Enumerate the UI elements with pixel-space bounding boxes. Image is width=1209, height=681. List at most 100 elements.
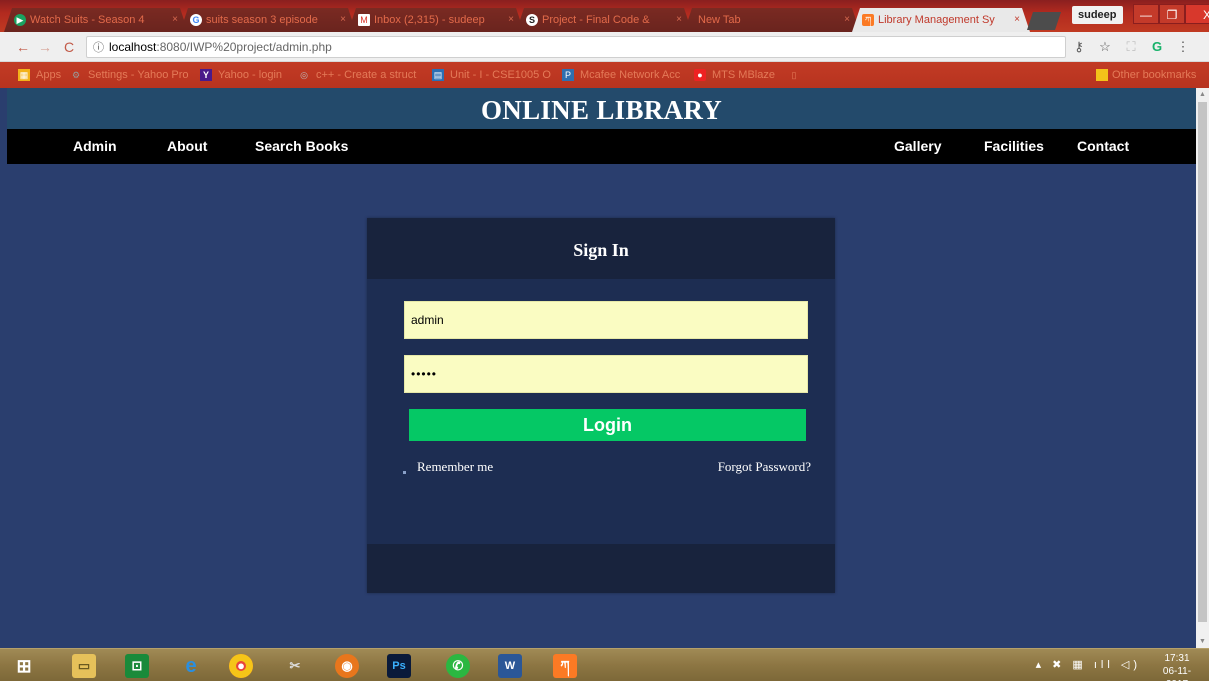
bookmark-item[interactable]: ⚙ Settings - Yahoo Pro <box>70 66 189 84</box>
signin-footer <box>367 544 835 593</box>
nav-contact[interactable]: Contact <box>1077 129 1129 164</box>
scroll-down-arrow-icon[interactable]: ▼ <box>1196 635 1209 648</box>
vertical-scrollbar[interactable]: ▲ ▼ <box>1196 88 1209 648</box>
browser-tab-active[interactable]: ཀ Library Management Sy × <box>852 8 1030 32</box>
snipping-tool-icon[interactable]: ✂ <box>275 651 315 680</box>
settings-icon: ⚙ <box>71 70 81 80</box>
bookmark-item[interactable]: Y Yahoo - login <box>200 66 282 84</box>
yahoo-icon: Y <box>200 69 212 81</box>
profile-button[interactable]: sudeep <box>1072 6 1123 24</box>
scroll-up-arrow-icon[interactable]: ▲ <box>1196 88 1209 101</box>
other-bookmarks[interactable]: Other bookmarks <box>1096 66 1196 84</box>
menu-dots-icon[interactable]: ⋮ <box>1175 38 1191 56</box>
tab-close-icon[interactable]: × <box>844 8 850 32</box>
bookmark-label: Yahoo - login <box>218 69 283 81</box>
nav-facilities[interactable]: Facilities <box>984 129 1044 164</box>
password-field[interactable] <box>404 355 808 393</box>
info-icon[interactable]: ⓘ <box>93 42 104 54</box>
star-icon[interactable]: ☆ <box>1097 38 1113 56</box>
store-icon[interactable]: ⊡ <box>117 651 157 680</box>
pdf-extension-icon[interactable]: ⛶ <box>1123 38 1139 56</box>
browser-tab[interactable]: S Project - Final Code & × <box>516 8 692 32</box>
firefox-icon[interactable]: ◉ <box>327 651 367 680</box>
browser-tab[interactable]: G suits season 3 episode × <box>180 8 356 32</box>
browser-tab[interactable]: M Inbox (2,315) - sudeep × <box>348 8 524 32</box>
forward-arrow-icon[interactable]: → <box>36 38 54 56</box>
url-host: localhost <box>109 40 157 54</box>
window-controls: — ❐ X <box>1133 4 1209 24</box>
doc-icon: ▤ <box>432 69 444 81</box>
bookmark-label: MTS MBlaze <box>712 69 775 81</box>
edge-icon[interactable]: e <box>171 651 211 680</box>
bookmark-label: c++ - Create a struct <box>316 69 417 81</box>
xampp-icon[interactable]: ཀ <box>545 651 585 680</box>
tab-close-icon[interactable]: × <box>340 8 346 32</box>
page-icon: ▯ <box>791 70 797 80</box>
browser-tab-strip: ▶ Watch Suits - Season 4 × G suits seaso… <box>0 0 1209 32</box>
tray-icons[interactable]: ▴ ✖ ▦ ıll ◁) <box>1036 658 1141 671</box>
tab-close-icon[interactable]: × <box>508 8 514 32</box>
browser-tab[interactable]: New Tab × <box>684 8 860 32</box>
bookmark-apps[interactable]: ▦ Apps <box>18 66 61 84</box>
s-icon: S <box>526 14 538 26</box>
browser-tab[interactable]: ▶ Watch Suits - Season 4 × <box>4 8 188 32</box>
back-arrow-icon[interactable]: ← <box>14 38 32 56</box>
url-path: :8080/IWP%20project/admin.php <box>156 40 332 54</box>
word-icon[interactable]: W <box>490 651 530 680</box>
stackoverflow-icon: ◎ <box>300 70 308 80</box>
bookmark-item[interactable]: ◎ c++ - Create a struct <box>298 66 416 84</box>
whatsapp-icon[interactable]: ✆ <box>438 651 478 680</box>
scroll-thumb[interactable] <box>1198 102 1207 622</box>
minimize-button[interactable]: — <box>1133 4 1159 24</box>
new-tab-button[interactable] <box>1027 12 1061 30</box>
url-bar[interactable]: ⓘ localhost:8080/IWP%20project/admin.php <box>86 36 1066 58</box>
forgot-password-link[interactable]: Forgot Password? <box>718 459 811 475</box>
remember-checkbox[interactable] <box>403 471 406 474</box>
clock-date: 06-11-2017 <box>1162 666 1192 681</box>
site-title: ONLINE LIBRARY <box>480 95 723 125</box>
photoshop-icon[interactable]: Ps <box>379 651 419 680</box>
reload-icon[interactable]: C <box>60 38 78 56</box>
bookmark-label: Settings - Yahoo Pro <box>88 69 189 81</box>
clock-time: 17:31 <box>1164 653 1190 664</box>
site-nav: Admin About Search Books Gallery Facilit… <box>7 129 1196 164</box>
close-button[interactable]: X <box>1185 4 1209 24</box>
file-explorer-icon[interactable]: ▭ <box>64 651 104 680</box>
tab-label: Inbox (2,315) - sudeep <box>374 14 485 26</box>
bookmark-label: Unit - I - CSE1005 O <box>450 69 551 81</box>
bookmark-item[interactable]: P Mcafee Network Acc <box>562 66 680 84</box>
username-field[interactable] <box>404 301 808 339</box>
tab-close-icon[interactable]: × <box>172 8 178 32</box>
tab-label: Project - Final Code & <box>542 14 650 26</box>
key-icon[interactable]: ⚷ <box>1071 38 1087 56</box>
bookmark-item[interactable]: ▤ Unit - I - CSE1005 O <box>432 66 551 84</box>
tab-label: Library Management Sy <box>878 14 995 26</box>
bookmarks-bar: ▦ Apps ⚙ Settings - Yahoo Pro Y Yahoo - log… <box>0 62 1209 88</box>
signin-panel: Sign In Login Remember me Forgot Passwor… <box>367 218 835 593</box>
nav-about[interactable]: About <box>167 129 207 164</box>
maximize-button[interactable]: ❐ <box>1159 4 1185 24</box>
bookmark-item[interactable]: ● MTS MBlaze <box>694 66 775 84</box>
tab-close-icon[interactable]: × <box>1014 8 1020 32</box>
clock[interactable]: 17:31 06-11-2017 <box>1153 652 1201 681</box>
apps-icon: ▦ <box>18 69 30 81</box>
login-button[interactable]: Login <box>409 409 806 441</box>
nav-search-books[interactable]: Search Books <box>255 129 348 164</box>
google-icon: G <box>190 14 202 26</box>
nav-admin[interactable]: Admin <box>73 129 117 164</box>
xampp-icon: ཀ <box>862 14 874 26</box>
grammarly-icon[interactable]: G <box>1149 38 1165 56</box>
bookmark-label: Apps <box>36 69 62 81</box>
web-page: ONLINE LIBRARY Admin About Search Books … <box>7 88 1196 648</box>
mts-icon: ● <box>694 69 706 81</box>
play-icon: ▶ <box>14 14 26 26</box>
windows-start-icon[interactable]: ⊞ <box>4 651 44 680</box>
chrome-icon[interactable]: ● <box>221 651 261 680</box>
remember-label: Remember me <box>417 459 494 474</box>
site-header: ONLINE LIBRARY <box>7 88 1196 129</box>
nav-gallery[interactable]: Gallery <box>894 129 941 164</box>
tab-close-icon[interactable]: × <box>676 8 682 32</box>
bookmark-item[interactable]: ▯ <box>788 66 806 84</box>
tab-label: New Tab <box>698 14 741 26</box>
signin-title: Sign In <box>573 240 629 260</box>
